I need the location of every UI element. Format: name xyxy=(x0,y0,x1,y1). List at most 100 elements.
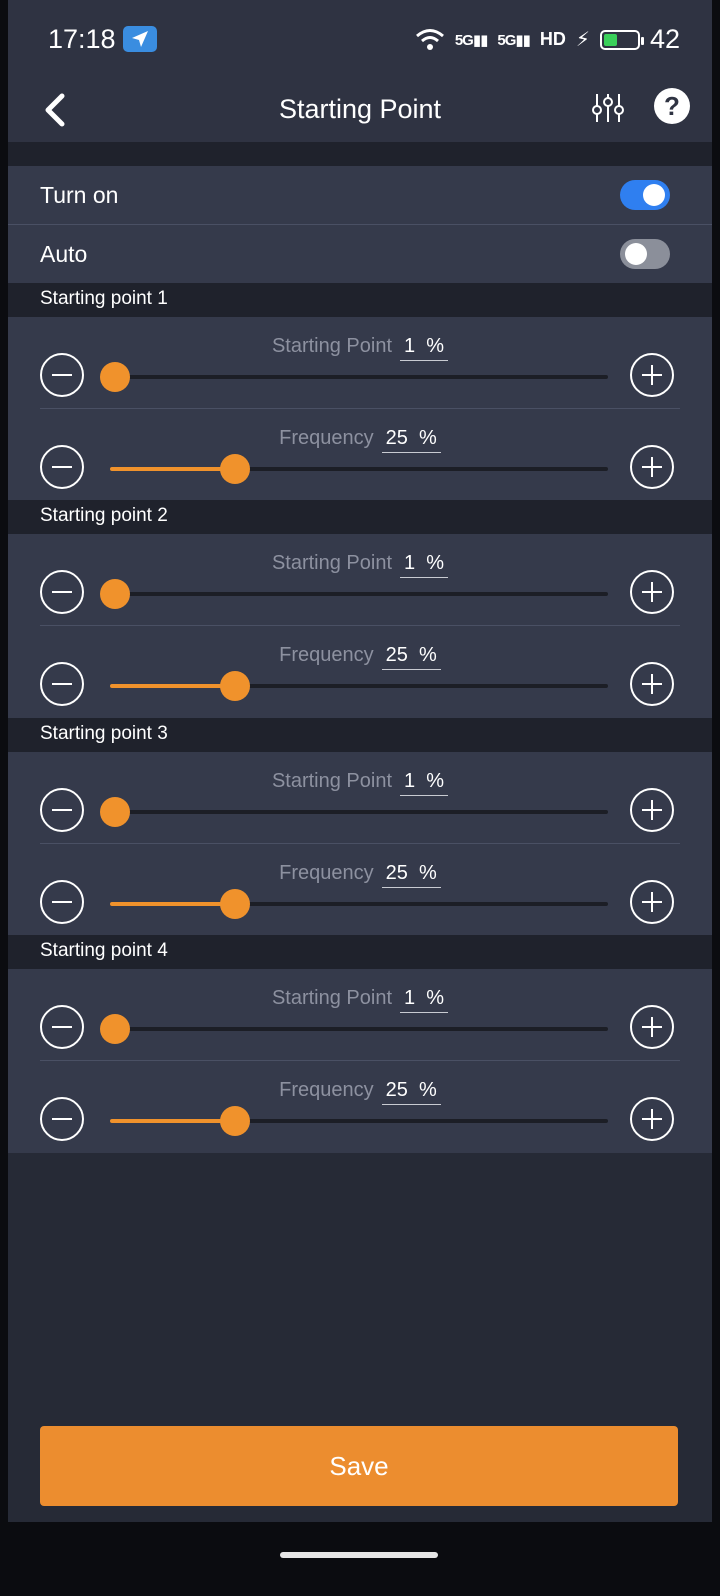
starting-point-value[interactable]: 1 % xyxy=(400,770,449,796)
frequency-slider-row: Frequency 25 % xyxy=(8,626,712,718)
decrease-button[interactable] xyxy=(40,788,84,832)
home-indicator[interactable] xyxy=(280,1552,438,1558)
frequency-slider[interactable] xyxy=(110,454,608,484)
section-title: Starting point 4 xyxy=(40,940,168,961)
frequency-slider-row: Frequency 25 % xyxy=(8,1061,712,1153)
turn-on-toggle[interactable] xyxy=(620,180,670,210)
wifi-icon xyxy=(415,28,444,50)
decrease-button[interactable] xyxy=(40,570,84,614)
battery-icon xyxy=(599,29,644,50)
starting-point-value[interactable]: 1 % xyxy=(400,552,449,578)
starting-point-label: Starting Point xyxy=(271,552,393,574)
save-button[interactable]: Save xyxy=(40,1426,678,1506)
decrease-button[interactable] xyxy=(40,880,84,924)
starting-point-slider[interactable] xyxy=(99,797,608,827)
decrease-button[interactable] xyxy=(40,353,84,397)
row-divider xyxy=(40,843,680,844)
frequency-value[interactable]: 25 % xyxy=(381,1079,441,1105)
starting-point-value[interactable]: 1 % xyxy=(400,335,449,361)
frequency-slider-row: Frequency 25 % xyxy=(8,844,712,936)
section-header: Starting point 3 xyxy=(8,718,712,752)
frequency-caption: Frequency 25 % xyxy=(8,862,712,888)
frequency-label: Frequency xyxy=(279,1079,374,1101)
starting-point-slider-row: Starting Point 1 % xyxy=(8,317,712,409)
frequency-caption: Frequency 25 % xyxy=(8,427,712,453)
frequency-value[interactable]: 25 % xyxy=(381,644,441,670)
section-title: Starting point 1 xyxy=(40,288,168,309)
increase-button[interactable] xyxy=(630,1097,674,1141)
starting-point-caption: Starting Point 1 % xyxy=(8,987,712,1013)
increase-button[interactable] xyxy=(630,788,674,832)
starting-point-label: Starting Point xyxy=(271,335,393,357)
section-header: Starting point 4 xyxy=(8,935,712,969)
starting-point-slider-row: Starting Point 1 % xyxy=(8,969,712,1061)
decrease-button[interactable] xyxy=(40,445,84,489)
app-screen: 17:18 5G▮▮ 5G▮▮ HD ⚡ 42 Starting Point ?… xyxy=(8,0,712,1596)
decrease-button[interactable] xyxy=(40,1005,84,1049)
frequency-slider[interactable] xyxy=(110,671,608,701)
increase-button[interactable] xyxy=(630,445,674,489)
decrease-button[interactable] xyxy=(40,662,84,706)
increase-button[interactable] xyxy=(630,662,674,706)
starting-point-section: Starting point 1 Starting Point 1 % Frequen… xyxy=(8,283,712,501)
row-divider xyxy=(40,625,680,626)
slider-thumb[interactable] xyxy=(219,1106,250,1136)
starting-point-slider[interactable] xyxy=(99,1014,608,1044)
decrease-button[interactable] xyxy=(40,1097,84,1141)
help-icon[interactable]: ? xyxy=(654,88,690,124)
signal-icon: 5G▮▮ xyxy=(454,31,489,49)
auto-toggle[interactable] xyxy=(620,239,670,269)
section-header: Starting point 1 xyxy=(8,283,712,317)
equalizer-icon[interactable] xyxy=(590,90,626,126)
frequency-value[interactable]: 25 % xyxy=(381,427,441,453)
section-title: Starting point 3 xyxy=(40,723,168,744)
turn-on-label: Turn on xyxy=(40,182,119,208)
row-divider xyxy=(40,1060,680,1061)
starting-point-label: Starting Point xyxy=(271,987,393,1009)
increase-button[interactable] xyxy=(630,353,674,397)
frequency-label: Frequency xyxy=(279,644,374,666)
starting-point-section: Starting point 2 Starting Point 1 % Frequen… xyxy=(8,500,712,718)
auto-row: Auto xyxy=(8,225,712,283)
frequency-slider[interactable] xyxy=(110,1106,608,1136)
increase-button[interactable] xyxy=(630,570,674,614)
starting-point-slider-row: Starting Point 1 % xyxy=(8,752,712,844)
frequency-label: Frequency xyxy=(279,862,374,884)
slider-thumb[interactable] xyxy=(99,797,130,827)
auto-label: Auto xyxy=(40,241,88,267)
starting-point-section: Starting point 3 Starting Point 1 % Frequen… xyxy=(8,718,712,936)
starting-point-slider[interactable] xyxy=(99,362,608,392)
starting-point-slider-row: Starting Point 1 % xyxy=(8,534,712,626)
turn-on-row: Turn on xyxy=(8,166,712,224)
starting-point-value[interactable]: 1 % xyxy=(400,987,449,1013)
status-bar: 17:18 5G▮▮ 5G▮▮ HD ⚡ 42 xyxy=(8,0,712,80)
starting-point-slider[interactable] xyxy=(99,579,608,609)
increase-button[interactable] xyxy=(630,1005,674,1049)
slider-thumb[interactable] xyxy=(99,1014,130,1044)
status-time: 17:18 xyxy=(48,24,116,54)
starting-point-label: Starting Point xyxy=(271,770,393,792)
signal-icon: 5G▮▮ xyxy=(497,31,531,49)
navigation-bar xyxy=(8,1522,712,1596)
battery-level: 42 xyxy=(649,24,680,54)
charging-icon: ⚡ xyxy=(575,29,590,51)
frequency-slider[interactable] xyxy=(110,889,608,919)
section-title: Starting point 2 xyxy=(40,505,168,526)
header-spacer xyxy=(8,142,712,166)
slider-thumb[interactable] xyxy=(99,579,130,609)
row-divider xyxy=(40,408,680,409)
app-header: Starting Point ? xyxy=(8,80,712,142)
slider-thumb[interactable] xyxy=(219,889,250,919)
starting-point-caption: Starting Point 1 % xyxy=(8,552,712,578)
starting-point-section: Starting point 4 Starting Point 1 % Frequen… xyxy=(8,935,712,1153)
slider-thumb[interactable] xyxy=(219,671,250,701)
frequency-caption: Frequency 25 % xyxy=(8,1079,712,1105)
slider-thumb[interactable] xyxy=(219,454,250,484)
section-header: Starting point 2 xyxy=(8,500,712,534)
increase-button[interactable] xyxy=(630,880,674,924)
frequency-value[interactable]: 25 % xyxy=(381,862,441,888)
slider-thumb[interactable] xyxy=(99,362,130,392)
status-icons: 5G▮▮ 5G▮▮ HD ⚡ 42 xyxy=(415,24,680,55)
frequency-caption: Frequency 25 % xyxy=(8,644,712,670)
frequency-label: Frequency xyxy=(279,427,374,449)
